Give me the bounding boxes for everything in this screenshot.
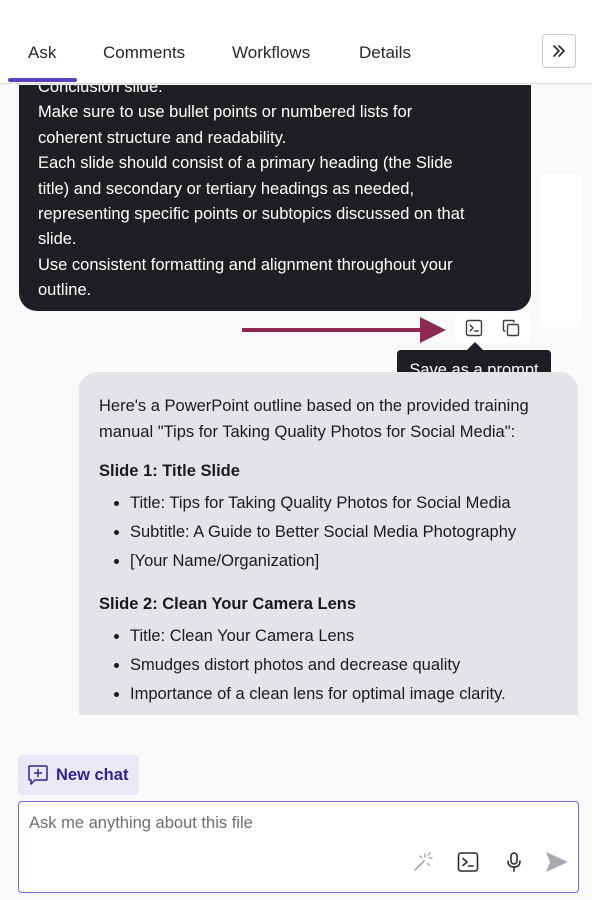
user-message-line: Make sure to use bullet points or number… — [38, 103, 413, 122]
new-chat-label: New chat — [56, 765, 129, 784]
terminal-prompt-icon — [457, 852, 479, 872]
copy-icon — [503, 319, 520, 337]
magic-wand-icon — [414, 852, 433, 871]
tab-details[interactable]: Details — [359, 43, 411, 63]
save-as-prompt-button[interactable] — [461, 315, 487, 341]
user-message-line: Use consistent formatting and alignment … — [38, 255, 453, 274]
list-item: [Your Name/Organization] — [99, 547, 558, 576]
slide-heading: Slide 2: Clean Your Camera Lens — [99, 595, 357, 613]
terminal-prompt-icon — [465, 319, 482, 337]
tab-bar: Ask Comments Workflows Details — [0, 0, 592, 84]
chat-input[interactable] — [29, 810, 559, 836]
list-item: Subtitle: A Guide to Better Social Media… — [99, 518, 558, 547]
user-message-line: outline. — [38, 281, 92, 300]
list-item: Smudges distort photos and decrease qual… — [99, 651, 558, 680]
ai-intro-line: manual "Tips for Taking Quality Photos f… — [99, 422, 516, 441]
chat-plus-icon — [28, 765, 48, 785]
prompts-button[interactable] — [455, 849, 481, 875]
voice-input-button[interactable] — [501, 849, 527, 875]
send-button[interactable] — [544, 849, 570, 875]
user-message-line: slide. — [38, 230, 77, 249]
slide-bullets: Title: Clean Your Camera Lens Smudges di… — [99, 622, 558, 709]
list-item: Title: Clean Your Camera Lens — [99, 622, 558, 651]
chat-history[interactable]: Conclusion slide. Make sure to use bulle… — [0, 85, 592, 715]
ai-message-bubble: Here's a PowerPoint outline based on the… — [79, 372, 578, 715]
microphone-icon — [507, 852, 521, 872]
background-card — [540, 174, 582, 327]
tab-workflows[interactable]: Workflows — [232, 43, 310, 63]
user-message-text: Conclusion slide. Make sure to use bulle… — [38, 85, 465, 304]
slide-heading: Slide 1: Title Slide — [99, 462, 240, 480]
chevrons-right-icon — [553, 45, 565, 57]
send-icon — [546, 852, 568, 872]
chat-input-box — [18, 801, 579, 893]
list-item: Title: Tips for Taking Quality Photos fo… — [99, 489, 558, 518]
ai-intro-line: Here's a PowerPoint outline based on the… — [99, 397, 529, 415]
tab-comments[interactable]: Comments — [103, 43, 185, 63]
magic-wand-button[interactable] — [409, 849, 435, 875]
collapse-panel-button[interactable] — [542, 34, 576, 68]
user-message-line: representing specific points or subtopic… — [38, 205, 465, 224]
user-message-line: Each slide should consist of a primary h… — [38, 154, 453, 173]
list-item: Importance of a clean lens for optimal i… — [99, 680, 558, 709]
user-message-line: coherent structure and readability. — [38, 128, 287, 147]
tab-ask[interactable]: Ask — [28, 43, 56, 63]
new-chat-button[interactable]: New chat — [18, 755, 139, 795]
copy-button[interactable] — [498, 315, 524, 341]
user-message-bubble: Conclusion slide. Make sure to use bulle… — [19, 85, 531, 311]
active-tab-indicator — [8, 78, 77, 82]
annotation-arrow — [242, 317, 446, 343]
user-message-line: title) and secondary or tertiary heading… — [38, 179, 415, 198]
slide-bullets: Title: Tips for Taking Quality Photos fo… — [99, 489, 558, 576]
message-actions — [455, 313, 530, 343]
user-message-line: Conclusion slide. — [38, 85, 163, 96]
